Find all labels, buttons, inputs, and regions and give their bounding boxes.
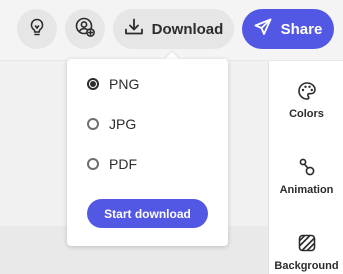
panel-item-background[interactable]: Background — [269, 233, 343, 272]
download-dropdown: PNG JPG PDF Start download — [67, 59, 228, 246]
background-icon — [297, 233, 317, 256]
download-button[interactable]: Download — [113, 9, 234, 49]
palette-icon — [297, 81, 317, 104]
animation-icon — [297, 157, 317, 180]
panel-item-colors[interactable]: Colors — [269, 81, 343, 120]
add-user-icon — [74, 16, 96, 43]
panel-item-animation[interactable]: Animation — [269, 157, 343, 196]
option-label-png: PNG — [109, 76, 140, 92]
start-download-button[interactable]: Start download — [87, 199, 208, 228]
panel-label-background: Background — [274, 260, 339, 272]
option-label-jpg: JPG — [109, 116, 137, 132]
lightbulb-icon — [27, 17, 47, 42]
download-icon — [124, 18, 144, 40]
option-label-pdf: PDF — [109, 156, 137, 172]
right-panel: Colors Animation Background — [268, 61, 343, 274]
option-png[interactable]: PNG — [87, 73, 217, 95]
radio-jpg[interactable] — [87, 118, 99, 130]
share-label: Share — [280, 20, 323, 38]
option-jpg[interactable]: JPG — [87, 113, 217, 135]
radio-png[interactable] — [87, 78, 99, 90]
panel-label-colors: Colors — [289, 108, 324, 120]
share-button[interactable]: Share — [242, 9, 334, 49]
panel-label-animation: Animation — [279, 184, 334, 196]
option-pdf[interactable]: PDF — [87, 153, 217, 175]
radio-pdf[interactable] — [87, 158, 99, 170]
ideas-button[interactable] — [17, 9, 57, 49]
invite-button[interactable] — [65, 9, 105, 49]
paper-plane-icon — [254, 18, 272, 40]
download-label: Download — [151, 20, 224, 38]
